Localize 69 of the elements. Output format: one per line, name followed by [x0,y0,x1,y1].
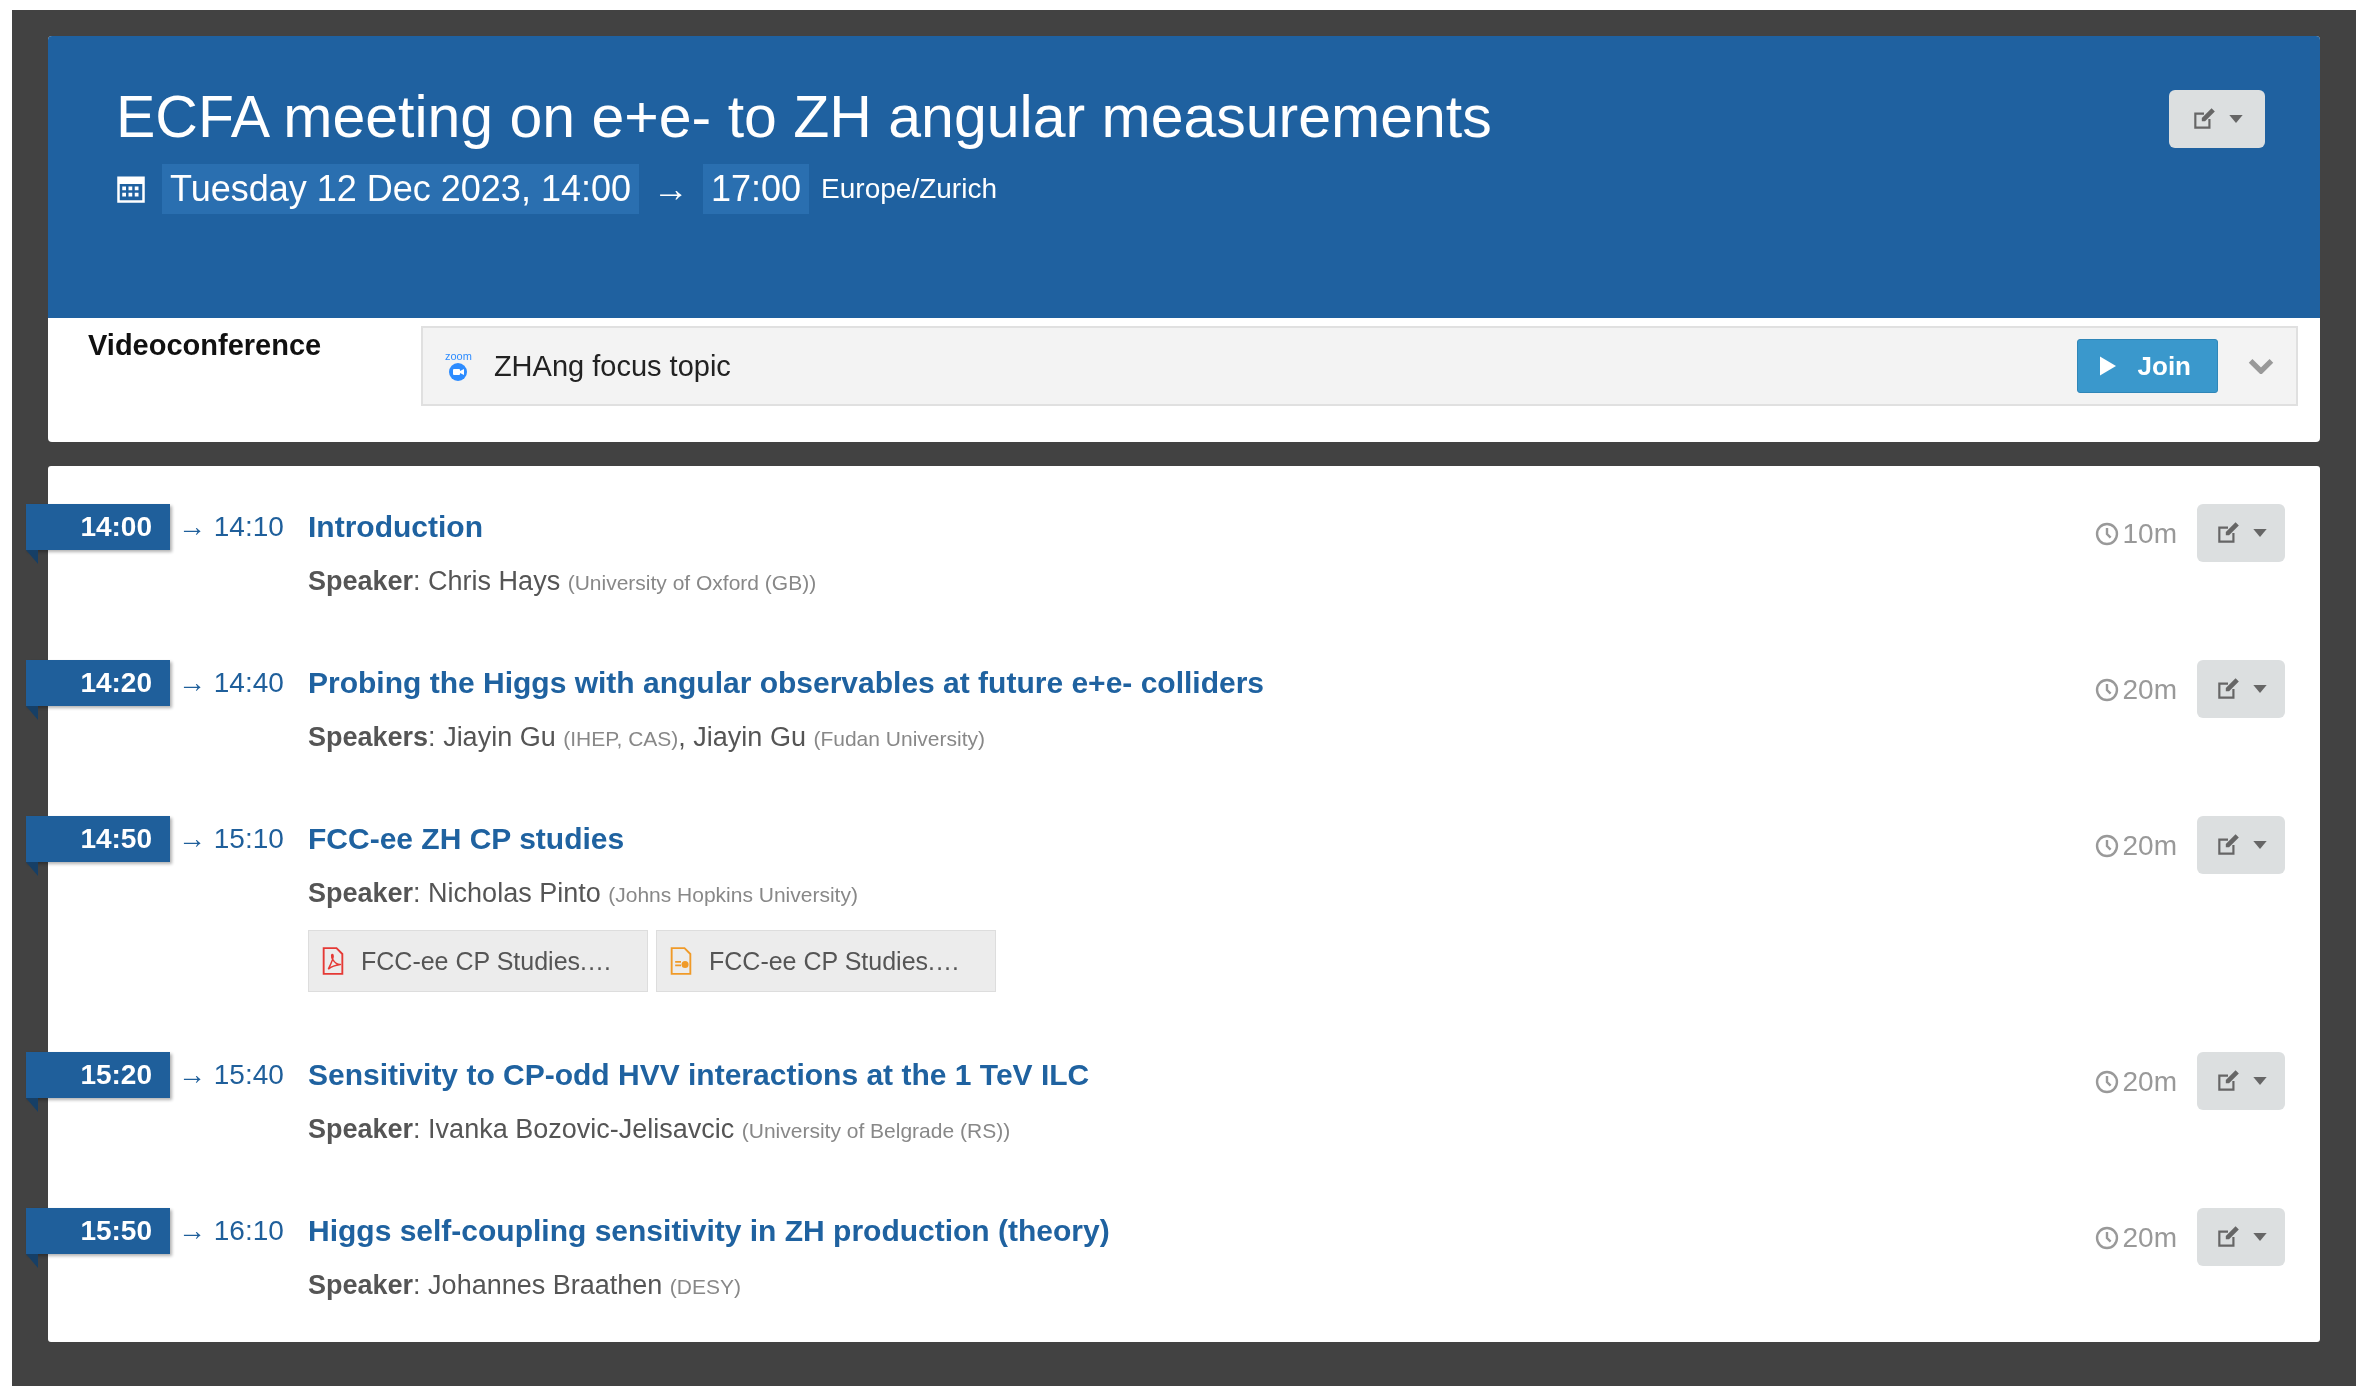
caret-icon [2253,685,2267,693]
timezone: Europe/Zurich [821,173,997,205]
contribution-title-link[interactable]: Probing the Higgs with angular observables at future e+e- colliders [308,660,1265,706]
edit-icon [2215,1224,2241,1250]
caret-icon [2253,841,2267,849]
duration: 10m [2094,504,2177,564]
edit-menu-button[interactable] [2197,816,2285,874]
attachment-button[interactable]: FCC-ee CP Studies.… [308,930,648,992]
contribution-title-link[interactable]: Sensitivity to CP-odd HVV interactions at the 1 TeV ILC [308,1052,1090,1098]
speaker-line: Speaker: Johannes Braathen (DESY) [308,1269,742,1302]
start-time-badge: 14:00 [26,504,170,550]
caret-icon [2253,1077,2267,1085]
badge-fold [26,550,38,564]
calendar-icon [116,174,146,204]
end-time: 17:00 [703,164,810,214]
edit-icon [2215,1068,2241,1094]
badge-fold [26,706,38,720]
badge-fold [26,1098,38,1112]
edit-icon [2215,520,2241,546]
slides-file-icon [669,947,693,975]
contribution-title-link[interactable]: FCC-ee ZH CP studies [308,816,625,862]
clock-icon [2094,1070,2119,1094]
start-time-badge: 14:20 [26,660,170,706]
attachment-button[interactable]: FCC-ee CP Studies.… [656,930,996,992]
end-time: → 15:40 [177,1058,285,1092]
start-time-badge: 15:20 [26,1052,170,1098]
clock-icon [2094,834,2119,858]
contribution-title-link[interactable]: Introduction [308,504,483,550]
clock-icon [2094,678,2119,702]
speaker-line: Speaker: Ivanka Bozovic-Jelisavcic (University of Belgrade (RS)) [308,1113,1012,1146]
play-icon [2099,356,2116,376]
clock-icon [2094,522,2119,546]
arrow: → [652,168,690,210]
duration: 20m [2094,816,2177,876]
duration: 20m [2094,1208,2177,1268]
edit-icon [2215,832,2241,858]
edit-icon [2215,676,2241,702]
caret-icon [2253,1233,2267,1241]
join-button[interactable]: Join [2076,339,2218,393]
clock-icon [2094,1226,2119,1250]
speaker-line: Speaker: Nicholas Pinto (Johns Hopkins University) [308,877,859,910]
chevron-down-icon[interactable] [2248,358,2274,374]
pdf-file-icon [321,947,345,975]
start-time-badge: 14:50 [26,816,170,862]
end-time: → 16:10 [177,1214,285,1248]
start-date: Tuesday 12 Dec 2023, 14:00 [162,164,639,214]
videoconference-label: Videoconference [88,328,323,362]
caret-icon [2229,115,2243,123]
contribution-title-link[interactable]: Higgs self-coupling sensitivity in ZH production (theory) [308,1208,1110,1254]
badge-fold [26,862,38,876]
badge-fold [26,1254,38,1268]
edit-menu-button[interactable] [2169,90,2265,148]
zoom-logo: zoom [445,350,472,382]
edit-menu-button[interactable] [2197,1052,2285,1110]
edit-menu-button[interactable] [2197,660,2285,718]
caret-icon [2253,529,2267,537]
end-time: → 14:10 [177,510,285,544]
room-name: ZHAng focus topic [493,349,732,383]
end-time: → 14:40 [177,666,285,700]
speaker-line: Speaker: Chris Hays (University of Oxford (GB)) [308,565,818,598]
event-title: ECFA meeting on e+e- to ZH angular measurements [116,83,1492,152]
edit-menu-button[interactable] [2197,1208,2285,1266]
start-time-badge: 15:50 [26,1208,170,1254]
edit-icon [2191,106,2217,132]
edit-menu-button[interactable] [2197,504,2285,562]
end-time: → 15:10 [177,822,285,856]
duration: 20m [2094,1052,2177,1112]
speaker-line: Speakers: Jiayin Gu (IHEP, CAS), Jiayin Gu (Fudan University) [308,721,986,754]
duration: 20m [2094,660,2177,720]
